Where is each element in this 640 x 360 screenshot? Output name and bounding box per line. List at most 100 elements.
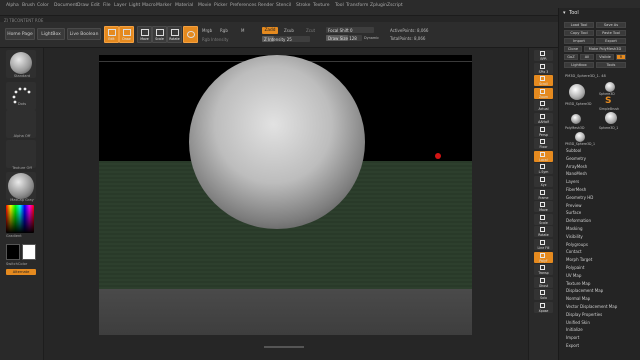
shelf-solo-button[interactable]: Solo	[534, 289, 553, 301]
menu-zplugin[interactable]: Zplugin	[370, 3, 387, 8]
subpalette-layers[interactable]: Layers	[566, 179, 579, 184]
subpalette-displacement-map[interactable]: Displacement Map	[566, 288, 603, 293]
tool-sphere-button[interactable]	[183, 26, 198, 43]
canvas-viewport[interactable]	[99, 55, 472, 335]
shelf-local-button[interactable]: Local	[534, 150, 553, 162]
menu-light[interactable]: Light	[129, 3, 140, 8]
subpalette-polygroups[interactable]: Polygroups	[566, 242, 588, 247]
shelf-rotate-button[interactable]: Rotate	[534, 226, 553, 238]
subpalette-import[interactable]: Import	[566, 335, 579, 340]
menu-layer[interactable]: Layer	[114, 3, 127, 8]
palette-lightbox-button[interactable]: Lightbox	[564, 62, 594, 68]
subpalette-masking[interactable]: Masking	[566, 226, 583, 231]
palette-import-button[interactable]: Import	[564, 38, 594, 44]
subpalette-surface[interactable]: Surface	[566, 210, 581, 215]
z-intensity-slider[interactable]: Z Intensity 25	[262, 36, 310, 42]
shelf-zoom-button[interactable]: Zoom	[534, 87, 553, 99]
menu-alpha[interactable]: Alpha	[6, 3, 19, 8]
shelf-floor-button[interactable]: Floor	[534, 138, 553, 150]
tool-scale-button[interactable]: Scale	[152, 26, 167, 43]
shelf-actual-button[interactable]: Actual	[534, 100, 553, 112]
menu-render[interactable]: Render	[258, 3, 274, 8]
subpalette-vector-displacement-map[interactable]: Vector Displacement Map	[566, 304, 617, 309]
subpalette-arraymesh[interactable]: ArrayMesh	[566, 164, 587, 169]
subpalette-geometry[interactable]: Geometry	[566, 156, 586, 161]
palette-make-polymesh3d-button[interactable]: Make PolyMesh3D	[584, 46, 626, 52]
shelf-l-sym-button[interactable]: L.Sym	[534, 163, 553, 175]
tool-thumb-sphere3d-1[interactable]	[605, 112, 617, 124]
shelf-frame-button[interactable]: Frame	[534, 188, 553, 200]
menu-stroke[interactable]: Stroke	[296, 3, 310, 8]
tool-thumb-sphere3d[interactable]	[605, 82, 615, 92]
palette-save-as-button[interactable]: Save As	[596, 22, 626, 28]
lightbox-button[interactable]: LightBox	[37, 28, 65, 40]
menu-transform[interactable]: Transform	[346, 3, 368, 8]
palette-load-tool-button[interactable]: Load Tool	[564, 22, 594, 28]
polymesh3d-icon[interactable]	[571, 114, 581, 124]
shelf-bpr-button[interactable]: BPR	[534, 50, 553, 61]
material-thumb[interactable]	[6, 172, 36, 200]
menu-preferences[interactable]: Preferences	[230, 3, 256, 8]
mrgb-button[interactable]: Mrgb	[202, 28, 212, 33]
home-page-button[interactable]: Home Page	[5, 28, 35, 40]
shelf-xpose-button[interactable]: Xpose	[534, 302, 553, 313]
tool-draw-button[interactable]: Draw	[119, 26, 134, 43]
subpalette-deformation[interactable]: Deformation	[566, 218, 591, 223]
tool-move-button[interactable]: Move	[137, 26, 152, 43]
menu-brush[interactable]: Brush	[22, 3, 35, 8]
sphere-mesh[interactable]	[189, 55, 365, 229]
palette-paste-tool-button[interactable]: Paste Tool	[596, 30, 626, 36]
menu-draw[interactable]: Draw	[77, 3, 89, 8]
secondary-color-swatch[interactable]	[6, 244, 20, 260]
palette-tools-button[interactable]: Tools	[596, 62, 626, 68]
palette-all-button[interactable]: All	[580, 54, 594, 60]
palette-clone-button[interactable]: Clone	[564, 46, 582, 52]
shelf-persp-button[interactable]: Persp	[534, 125, 553, 137]
zcut-button[interactable]: Zcut	[306, 28, 315, 33]
alternate-button[interactable]: Alternate	[6, 269, 36, 275]
shelf-aahalf-button[interactable]: AAHalf	[534, 113, 553, 124]
zsub-button[interactable]: Zsub	[284, 28, 294, 33]
subpalette-nanomesh[interactable]: NanoMesh	[566, 171, 587, 176]
subpalette-visibility[interactable]: Visibility	[566, 234, 583, 239]
menu-movie[interactable]: Movie	[198, 3, 211, 8]
subpalette-contact[interactable]: Contact	[566, 249, 582, 254]
menu-material[interactable]: Material	[175, 3, 193, 8]
shelf-ghost-button[interactable]: Ghost	[534, 276, 553, 288]
tool-thumb-pm3d-sphere[interactable]	[569, 84, 585, 100]
texture-thumb[interactable]	[6, 140, 36, 168]
shelf-transp-button[interactable]: Transp	[534, 264, 553, 276]
subpalette-geometry-hd[interactable]: Geometry HD	[566, 195, 593, 200]
subpalette-initialize[interactable]: Initialize	[566, 327, 583, 332]
menu-zscript[interactable]: Zscript	[387, 3, 403, 8]
menu-stencil[interactable]: Stencil	[276, 3, 291, 8]
shelf-line-fill-button[interactable]: Line Fill	[534, 239, 553, 250]
menu-picker[interactable]: Picker	[214, 3, 227, 8]
simplebrush-icon[interactable]: S	[605, 96, 611, 106]
color-picker[interactable]	[6, 205, 34, 233]
draw-size-slider[interactable]: Draw Size 128	[326, 35, 362, 41]
shelf-move-button[interactable]: Move	[534, 201, 553, 213]
tool-thumb-pm3d-sphere-1[interactable]	[575, 132, 585, 142]
subpalette-normal-map[interactable]: Normal Map	[566, 296, 590, 301]
rgb-intensity-slider[interactable]: Rgb Intensity	[202, 37, 229, 42]
menu-tool[interactable]: Tool	[335, 3, 344, 8]
subpalette-texture-map[interactable]: Texture Map	[566, 281, 590, 286]
shelf-scale-button[interactable]: Scale	[534, 213, 553, 225]
palette-r-button[interactable]: R	[616, 54, 626, 60]
palette-goz-button[interactable]: GoZ	[564, 54, 578, 60]
dynamic-button[interactable]: Dynamic	[364, 36, 379, 40]
subpalette-subtool[interactable]: Subtool	[566, 148, 581, 153]
live-boolean-button[interactable]: Live Boolean	[67, 28, 101, 40]
main-color-swatch[interactable]	[22, 244, 36, 260]
bottom-scroll-handle[interactable]	[264, 346, 304, 348]
shelf-spix-3-button[interactable]: SPix 3	[534, 62, 553, 74]
subpalette-export[interactable]: Export	[566, 343, 579, 348]
shelf-xyz-button[interactable]: Xyz	[534, 176, 553, 187]
switch-color-button[interactable]: SwitchColor	[6, 262, 27, 266]
subpalette-preview[interactable]: Preview	[566, 203, 582, 208]
subpalette-morph-target[interactable]: Morph Target	[566, 257, 592, 262]
subpalette-fibermesh[interactable]: FiberMesh	[566, 187, 586, 192]
m-button[interactable]: M	[241, 28, 244, 33]
subpalette-polypaint[interactable]: Polypaint	[566, 265, 584, 270]
